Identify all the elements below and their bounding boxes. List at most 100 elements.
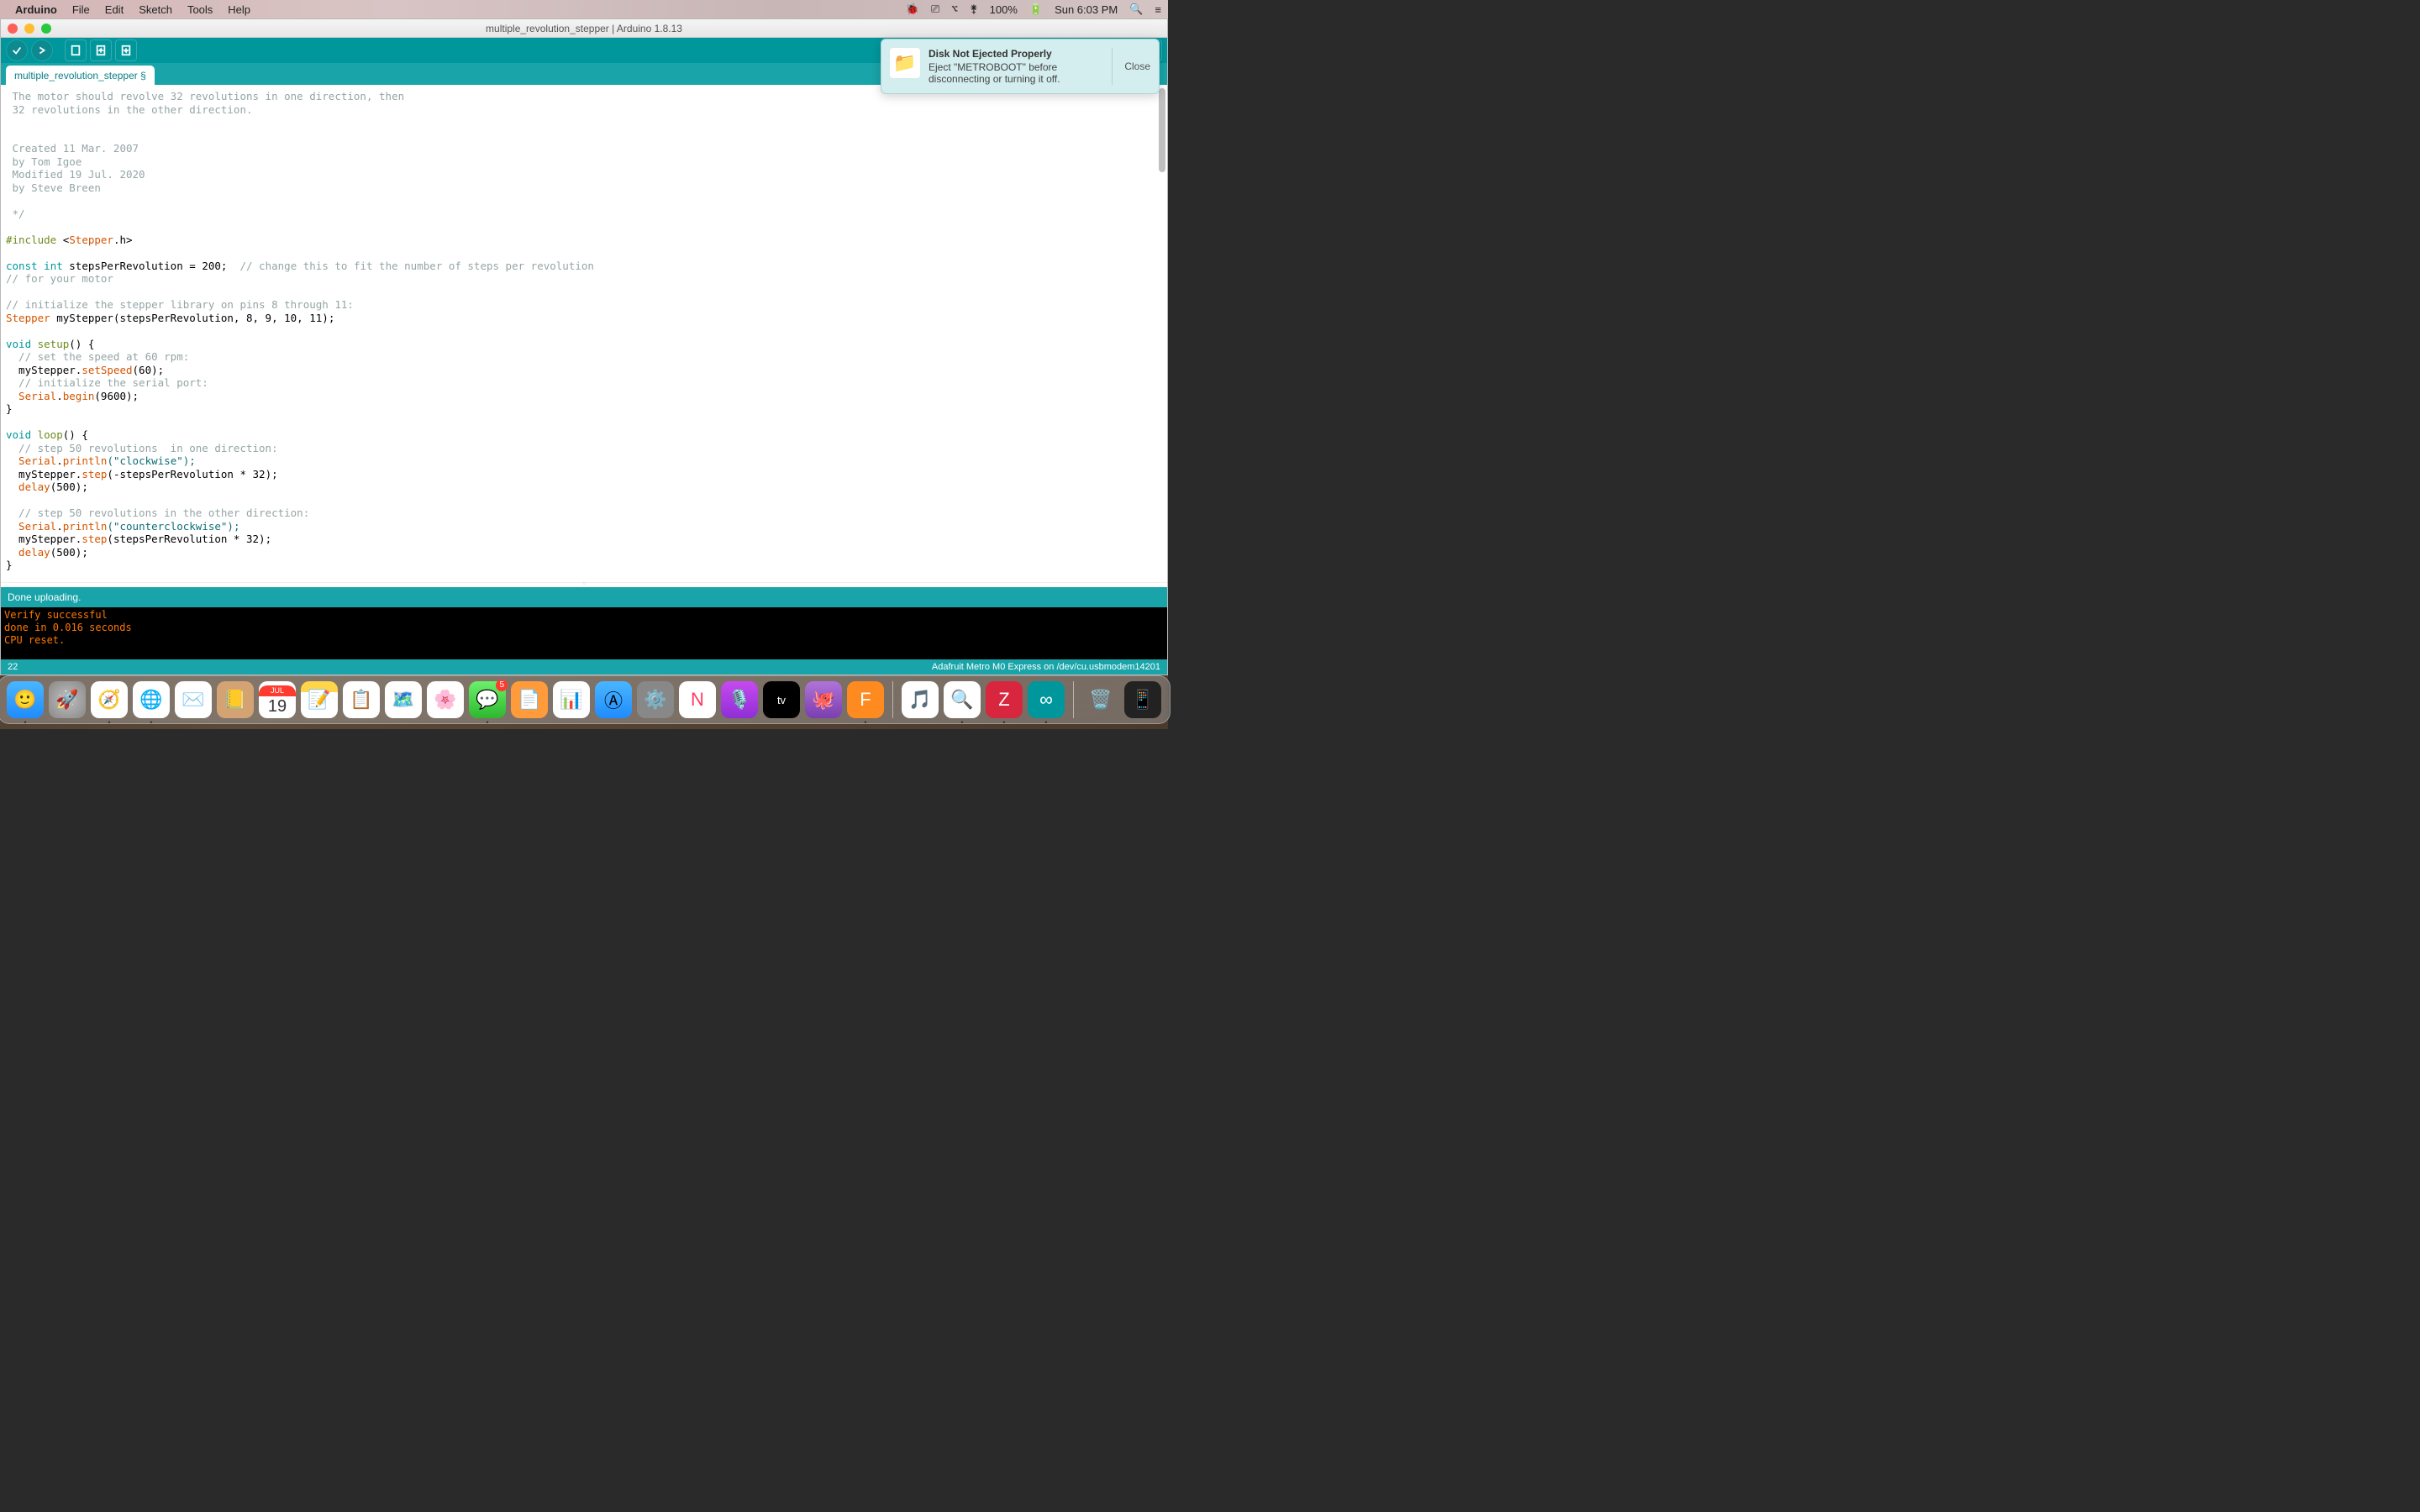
console-line: done in 0.016 seconds — [4, 622, 1164, 634]
notification-center-icon[interactable]: ≡ — [1155, 3, 1161, 16]
code-token: (60); — [133, 364, 165, 376]
phone-dock-icon[interactable]: 📱 — [1124, 681, 1161, 718]
battery-percent[interactable]: 100% — [990, 3, 1018, 16]
code-line: // initialize the serial port: — [6, 376, 208, 389]
code-editor[interactable]: The motor should revolve 32 revolutions … — [1, 85, 1167, 582]
save-sketch-button[interactable] — [115, 39, 137, 61]
minimize-window-button[interactable] — [24, 24, 34, 34]
code-token: setup — [31, 338, 69, 350]
zotero-dock-icon[interactable]: Z — [986, 681, 1023, 718]
code-token: Serial — [6, 454, 56, 467]
sketch-menu[interactable]: Sketch — [139, 3, 172, 16]
code-token: Serial — [6, 390, 56, 402]
trash-dock-icon[interactable]: 🗑️ — [1082, 681, 1119, 718]
code-token: delay — [6, 546, 50, 559]
edit-menu[interactable]: Edit — [105, 3, 124, 16]
maps-dock-icon[interactable]: 🗺️ — [385, 681, 422, 718]
messages-badge: 5 — [496, 680, 508, 691]
numbers-dock-icon[interactable]: 📊 — [553, 681, 590, 718]
fusion360-dock-icon[interactable]: F — [847, 681, 884, 718]
code-line: by Tom Igoe — [6, 155, 82, 168]
dock: 🙂 🚀 🧭 🌐 ✉️ 📒 JUL 19 📝 📋 🗺️ 🌸 💬5 📄 📊 Ⓐ ⚙️… — [0, 675, 1171, 724]
notification-body: Eject "METROBOOT" before disconnecting o… — [929, 61, 1103, 85]
preview-dock-icon[interactable]: 🔍 — [944, 681, 981, 718]
photos-dock-icon[interactable]: 🌸 — [427, 681, 464, 718]
podcasts-dock-icon[interactable]: 🎙️ — [721, 681, 758, 718]
code-token: (-stepsPerRevolution * 32); — [107, 468, 277, 480]
status-bar: Done uploading. — [1, 587, 1167, 607]
file-menu[interactable]: File — [72, 3, 90, 16]
code-token: myStepper. — [6, 533, 82, 545]
appstore-dock-icon[interactable]: Ⓐ — [595, 681, 632, 718]
messages-dock-icon[interactable]: 💬5 — [469, 681, 506, 718]
sysprefs-dock-icon[interactable]: ⚙️ — [637, 681, 674, 718]
dock-separator — [1073, 681, 1074, 718]
line-number: 22 — [8, 662, 18, 672]
mail-dock-icon[interactable]: ✉️ — [175, 681, 212, 718]
dock-separator — [892, 681, 893, 718]
battery-icon: 🔋 — [1029, 3, 1043, 16]
chrome-dock-icon[interactable]: 🌐 — [133, 681, 170, 718]
bluetooth-icon[interactable]: ⌥ — [951, 3, 958, 16]
code-token: ("counterclockwise"); — [107, 520, 239, 533]
wifi-icon[interactable]: ⚵ — [970, 3, 978, 16]
code-line: // for your motor — [6, 272, 113, 285]
open-sketch-button[interactable] — [90, 39, 112, 61]
music-dock-icon[interactable]: 🎵 — [902, 681, 939, 718]
github-dock-icon[interactable]: 🐙 — [805, 681, 842, 718]
appletv-dock-icon[interactable]: tv — [763, 681, 800, 718]
contacts-dock-icon[interactable]: 📒 — [217, 681, 254, 718]
notes-dock-icon[interactable]: 📝 — [301, 681, 338, 718]
tools-menu[interactable]: Tools — [187, 3, 213, 16]
close-window-button[interactable] — [8, 24, 18, 34]
code-token: (9600); — [94, 390, 139, 402]
clock[interactable]: Sun 6:03 PM — [1055, 3, 1118, 16]
code-token: = 200; — [183, 260, 240, 272]
reminders-dock-icon[interactable]: 📋 — [343, 681, 380, 718]
pages-dock-icon[interactable]: 📄 — [511, 681, 548, 718]
arduino-dock-icon[interactable]: ∞ — [1028, 681, 1065, 718]
news-dock-icon[interactable]: N — [679, 681, 716, 718]
ladybug-icon[interactable]: 🐞 — [906, 3, 919, 16]
code-token: void — [6, 338, 31, 350]
notification-close-button[interactable]: Close — [1112, 48, 1150, 85]
spotlight-icon[interactable]: 🔍 — [1129, 3, 1143, 16]
finder-dock-icon[interactable]: 🙂 — [7, 681, 44, 718]
code-token: . — [56, 520, 63, 533]
arduino-window: multiple_revolution_stepper | Arduino 1.… — [0, 18, 1168, 675]
code-token: loop — [31, 428, 63, 441]
code-token: } — [6, 559, 13, 571]
code-line: by Steve Breen — [6, 181, 101, 194]
code-token: begin — [63, 390, 95, 402]
mac-menubar: Arduino File Edit Sketch Tools Help 🐞 ⎚ … — [0, 0, 1168, 18]
safari-dock-icon[interactable]: 🧭 — [91, 681, 128, 718]
code-token: println — [63, 520, 108, 533]
calendar-dock-icon[interactable]: JUL 19 — [259, 681, 296, 718]
code-token: myStepper. — [6, 468, 82, 480]
maximize-window-button[interactable] — [41, 24, 51, 34]
sketch-tab[interactable]: multiple_revolution_stepper § — [6, 66, 155, 85]
code-token: < — [56, 234, 69, 246]
upload-button[interactable] — [31, 39, 53, 61]
app-menu[interactable]: Arduino — [15, 3, 57, 16]
new-sketch-button[interactable] — [65, 39, 87, 61]
code-token: . — [56, 390, 63, 402]
code-token: . — [56, 454, 63, 467]
help-menu[interactable]: Help — [228, 3, 250, 16]
code-line: // set the speed at 60 rpm: — [6, 350, 189, 363]
code-token: const — [6, 260, 38, 272]
footer-bar: 22 Adafruit Metro M0 Express on /dev/cu.… — [1, 659, 1167, 675]
code-token: // change this to fit the number of step… — [239, 260, 593, 272]
launchpad-dock-icon[interactable]: 🚀 — [49, 681, 86, 718]
editor-scrollbar[interactable] — [1159, 88, 1165, 172]
code-token: delay — [6, 480, 50, 493]
verify-button[interactable] — [6, 39, 28, 61]
airplay-icon[interactable]: ⎚ — [931, 3, 939, 16]
code-token: int — [44, 260, 63, 272]
code-token: println — [63, 454, 108, 467]
code-token: () { — [63, 428, 88, 441]
code-token: step — [82, 533, 107, 545]
editor-console-splitter[interactable] — [1, 582, 1167, 587]
board-port-info: Adafruit Metro M0 Express on /dev/cu.usb… — [932, 662, 1160, 672]
disk-eject-notification: 📁 Disk Not Ejected Properly Eject "METRO… — [881, 39, 1160, 94]
